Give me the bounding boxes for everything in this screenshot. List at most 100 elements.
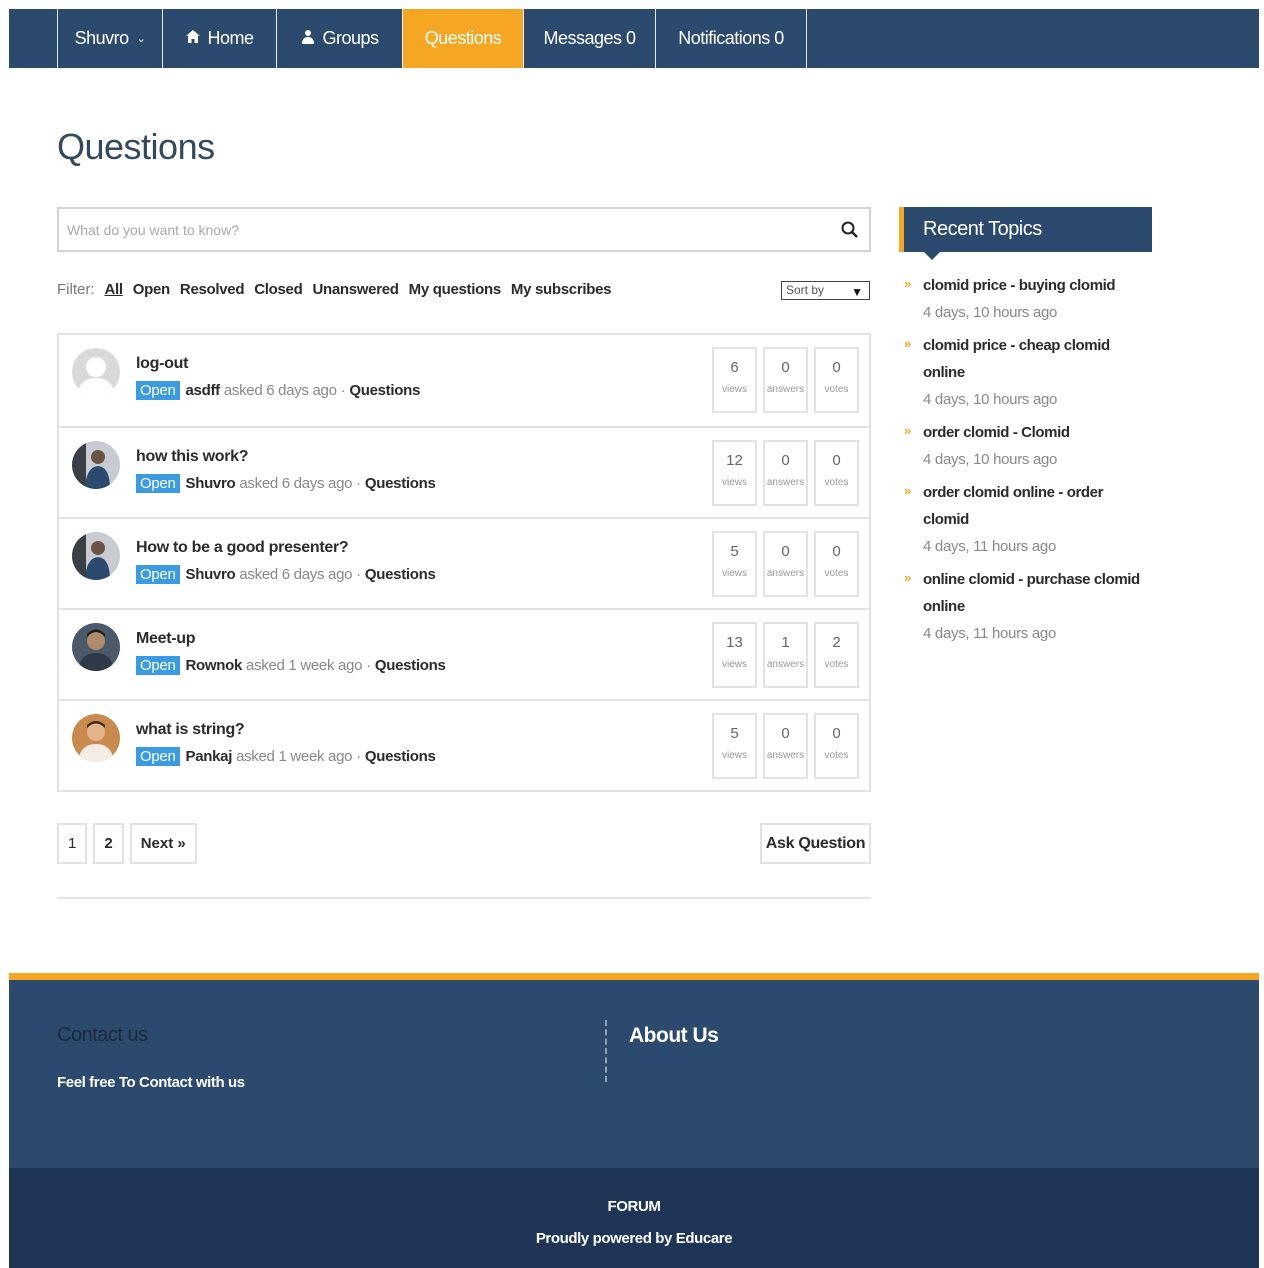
powered-by: Proudly powered by Educare [535,1230,733,1247]
question-title[interactable]: how this work? [136,448,249,466]
question-asked-time: asked 1 week ago [246,657,363,674]
views-value: 5 [730,725,739,742]
status-badge: Open [136,656,180,675]
filter-my-questions[interactable]: My questions [409,281,502,298]
question-category[interactable]: Questions [349,382,420,399]
user-menu[interactable]: Shuvro ⌄ [57,9,162,68]
topic-link[interactable]: order clomid - Clomid [923,419,1149,446]
question-list: log-out Open asdff asked 6 days ago · Qu… [57,333,871,792]
page-2-link[interactable]: 2 [93,823,124,864]
votes-count: 0 votes [814,347,859,413]
status-badge: Open [136,381,180,400]
question-title[interactable]: what is string? [136,721,245,739]
nav-home[interactable]: Home [162,9,276,68]
divider [57,897,871,899]
votes-value: 0 [832,452,841,469]
views-count: 13 views [712,622,757,688]
ask-question-button[interactable]: Ask Question [760,823,871,864]
filter-resolved[interactable]: Resolved [180,281,245,298]
contact-text: Feel free To Contact with us [57,1074,245,1091]
recent-topics-title: Recent Topics [923,218,1042,240]
avatar[interactable] [72,532,120,580]
filter-bar: Filter: All Open Resolved Closed Unanswe… [57,281,612,298]
double-chevron-icon: » [904,423,912,438]
nav-groups[interactable]: Groups [276,9,402,68]
avatar[interactable] [72,714,120,762]
votes-count: 0 votes [814,440,859,506]
nav-notifications[interactable]: Notifications 0 [655,9,807,68]
question-category[interactable]: Questions [375,657,446,674]
meta-separator: · [366,657,371,674]
nav-groups-label: Groups [322,28,379,48]
avatar[interactable] [72,623,120,671]
list-item: » clomid price - buying clomid 4 days, 1… [904,272,1149,326]
votes-value: 2 [832,634,841,651]
topic-link[interactable]: clomid price - buying clomid [923,272,1149,299]
topic-time: 4 days, 10 hours ago [923,304,1058,321]
question-author[interactable]: Pankaj [186,748,233,765]
question-asked-time: asked 6 days ago [239,566,353,583]
filter-unanswered[interactable]: Unanswered [312,281,399,298]
views-label: views [721,659,747,670]
page-1-link[interactable]: 1 [57,823,88,864]
search-box [57,207,871,252]
topic-link[interactable]: clomid price - cheap clomid online [923,332,1149,386]
question-stats: 5 views 0 answers 0 votes [712,713,859,779]
topic-link[interactable]: order clomid online - order clomid [923,479,1149,533]
answers-count: 0 answers [763,713,808,779]
filter-my-subscribes[interactable]: My subscribes [511,281,612,298]
filter-open[interactable]: Open [133,281,170,298]
question-row: Meet-up Open Rownok asked 1 week ago · Q… [59,608,869,699]
footer-bottom: FORUM Proudly powered by Educare [9,1168,1259,1268]
answers-count: 0 answers [763,440,808,506]
question-meta: Open Rownok asked 1 week ago · Questions [136,656,446,675]
question-category[interactable]: Questions [365,748,436,765]
topic-time: 4 days, 11 hours ago [923,625,1056,642]
question-title[interactable]: How to be a good presenter? [136,539,349,557]
votes-value: 0 [832,543,841,560]
dropdown-arrow-icon: ▼ [851,285,863,299]
views-count: 5 views [712,713,757,779]
status-badge: Open [136,565,180,584]
double-chevron-icon: » [904,276,912,291]
search-input[interactable] [67,219,827,241]
votes-label: votes [824,384,849,395]
nav-messages[interactable]: Messages 0 [523,9,655,68]
topic-link[interactable]: online clomid - purchase clomid online [923,566,1149,620]
nav-questions-label: Questions [424,28,502,48]
next-page-link[interactable]: Next » [129,823,197,864]
question-title[interactable]: Meet-up [136,630,196,648]
avatar[interactable] [72,441,120,489]
avatar[interactable] [72,348,120,396]
votes-label: votes [824,659,849,670]
question-author[interactable]: Shuvro [186,566,236,583]
filter-all[interactable]: All [105,281,124,298]
answers-label: answers [766,750,805,761]
question-author[interactable]: Shuvro [186,475,236,492]
question-category[interactable]: Questions [365,475,436,492]
answers-label: answers [766,659,805,670]
recent-topics-list: » clomid price - buying clomid 4 days, 1… [904,272,1149,653]
footer: Contact us Feel free To Contact with us … [9,980,1259,1168]
answers-value: 1 [781,634,790,651]
contact-heading: Contact us [57,1024,148,1046]
search-icon[interactable] [839,219,861,241]
answers-value: 0 [781,452,790,469]
footer-divider [605,1020,607,1082]
question-category[interactable]: Questions [365,566,436,583]
top-navbar: Shuvro ⌄ Home Groups Questions Messages … [9,9,1259,68]
question-row: log-out Open asdff asked 6 days ago · Qu… [59,335,869,426]
question-stats: 6 views 0 answers 0 votes [712,347,859,413]
groups-icon [300,29,316,49]
filter-closed[interactable]: Closed [254,281,303,298]
question-author[interactable]: asdff [186,382,221,399]
home-icon [185,29,201,48]
answers-value: 0 [781,725,790,742]
question-author[interactable]: Rownok [186,657,243,674]
page-title: Questions [57,126,215,167]
sort-by-select[interactable]: Sort by ▼ [781,281,870,300]
nav-questions[interactable]: Questions [402,9,523,68]
question-title[interactable]: log-out [136,355,188,373]
answers-value: 0 [781,543,790,560]
nav-messages-label: Messages 0 [543,28,636,48]
